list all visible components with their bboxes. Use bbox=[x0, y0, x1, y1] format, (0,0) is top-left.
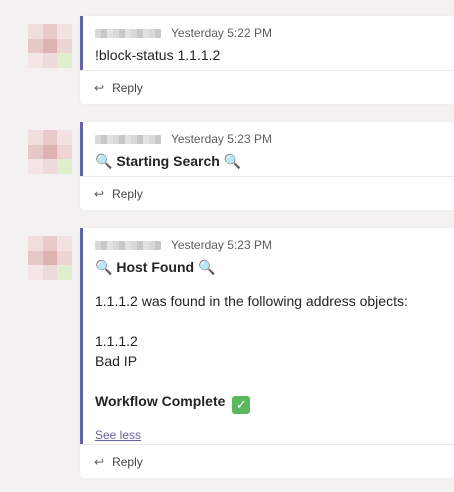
author-name-redacted bbox=[95, 134, 161, 144]
reply-arrow-icon: ↩ bbox=[94, 80, 105, 95]
message-card: Yesterday 5:22 PM !block-status 1.1.1.2 … bbox=[80, 16, 454, 104]
address-object: 1.1.1.2 bbox=[95, 333, 138, 349]
timestamp: Yesterday 5:22 PM bbox=[171, 26, 272, 40]
magnifying-glass-icon: 🔍 bbox=[95, 153, 113, 169]
author-name-redacted bbox=[95, 240, 161, 250]
reply-label: Reply bbox=[112, 454, 143, 469]
magnifying-glass-icon: 🔍 bbox=[197, 259, 216, 275]
title-text: Host Found bbox=[116, 259, 195, 275]
message-text: !block-status 1.1.1.2 bbox=[95, 47, 221, 63]
reply-button[interactable]: ↩ Reply bbox=[80, 444, 454, 478]
reply-button[interactable]: ↩ Reply bbox=[80, 70, 454, 104]
address-object-name: Bad IP bbox=[95, 353, 138, 369]
see-less-link[interactable]: See less bbox=[95, 428, 141, 442]
message-body: Yesterday 5:22 PM !block-status 1.1.1.2 bbox=[80, 16, 454, 70]
magnifying-glass-icon: 🔍 bbox=[95, 259, 113, 275]
reply-label: Reply bbox=[112, 186, 143, 201]
message-card: Yesterday 5:23 PM 🔍 Starting Search 🔍 ↩ … bbox=[80, 122, 454, 210]
message-body: Yesterday 5:23 PM 🔍 Host Found 🔍 1.1.1.2… bbox=[80, 228, 454, 444]
reply-label: Reply bbox=[112, 80, 143, 95]
workflow-complete-text: Workflow Complete bbox=[95, 393, 226, 409]
reply-arrow-icon: ↩ bbox=[94, 186, 105, 201]
check-mark-icon: ✓ bbox=[232, 396, 251, 414]
workflow-status: Workflow Complete ✓ bbox=[95, 391, 442, 414]
timestamp: Yesterday 5:23 PM bbox=[171, 238, 272, 252]
message-card: Yesterday 5:23 PM 🔍 Host Found 🔍 1.1.1.2… bbox=[80, 228, 454, 478]
title-text: Starting Search bbox=[116, 153, 220, 169]
message-title: 🔍 Host Found 🔍 bbox=[95, 257, 442, 277]
reply-arrow-icon: ↩ bbox=[94, 454, 105, 469]
author-name-redacted bbox=[95, 28, 161, 38]
avatar[interactable] bbox=[28, 236, 72, 280]
reply-button[interactable]: ↩ Reply bbox=[80, 176, 454, 210]
message-title: 🔍 Starting Search 🔍 bbox=[95, 151, 442, 171]
magnifying-glass-icon: 🔍 bbox=[223, 153, 242, 169]
timestamp: Yesterday 5:23 PM bbox=[171, 132, 272, 146]
avatar[interactable] bbox=[28, 130, 72, 174]
result-line: 1.1.1.2 was found in the following addre… bbox=[95, 293, 408, 309]
avatar[interactable] bbox=[28, 24, 72, 68]
message-body: Yesterday 5:23 PM 🔍 Starting Search 🔍 bbox=[80, 122, 454, 176]
